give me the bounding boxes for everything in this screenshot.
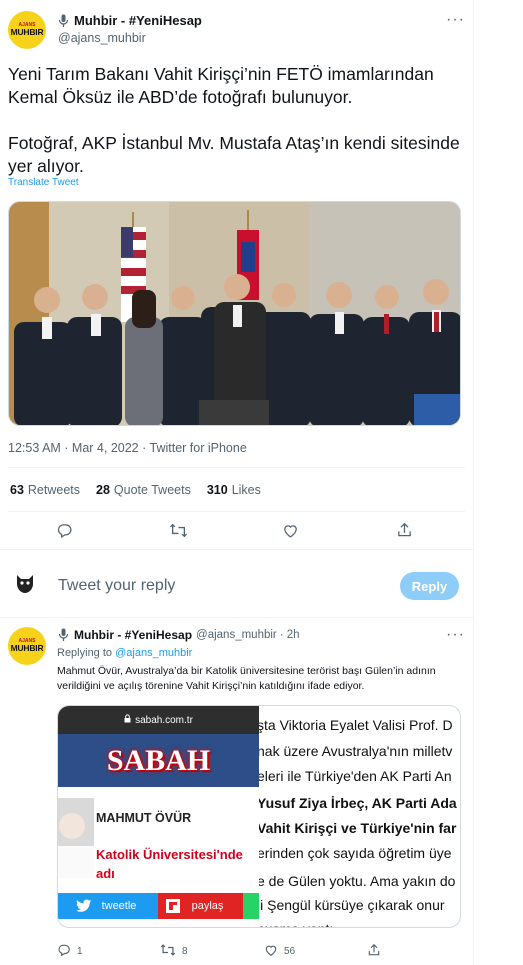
whatsapp-share xyxy=(243,893,259,919)
more-icon[interactable]: ··· xyxy=(446,11,465,29)
article-line: erinden çok sayıda öğretim üye xyxy=(259,845,452,861)
avatar-main-text: MUHBIR xyxy=(10,27,44,37)
group-photo-illustration xyxy=(9,202,460,425)
article-line: nuşma yaptı. xyxy=(259,917,337,927)
more-icon[interactable]: ··· xyxy=(446,626,465,644)
reply-input[interactable]: Tweet your reply xyxy=(58,577,175,595)
reply-author-handle[interactable]: @ajans_muhbir xyxy=(196,629,277,641)
quotes-count: 28 xyxy=(96,483,110,497)
replying-to: Replying to @ajans_muhbir xyxy=(57,647,192,659)
sabah-logo: SABAH xyxy=(106,743,211,777)
twitter-bird-icon xyxy=(76,899,92,916)
reply-image[interactable]: sabah.com.tr SABAH MAHMUT ÖVÜR Katolik Ü… xyxy=(57,705,461,928)
share-icon xyxy=(367,943,381,960)
tweet-photo[interactable] xyxy=(8,201,461,426)
flipboard-icon xyxy=(166,899,180,916)
author-avatar[interactable]: AJANS MUHBIR xyxy=(8,11,46,49)
article-line: Yusuf Ziya İrbeç, AK Parti Ada xyxy=(259,795,457,811)
tweet-text: Yeni Tarım Bakanı Vahit Kirişçi’nin FETÖ… xyxy=(8,64,460,176)
replying-to-handle[interactable]: @ajans_muhbir xyxy=(115,647,192,659)
avatar-main-text: MUHBIR xyxy=(10,643,44,653)
replying-to-label: Replying to xyxy=(57,647,113,659)
like-count: 56 xyxy=(284,946,296,957)
article-line: eleri ile Türkiye'den AK Parti An xyxy=(259,768,452,784)
share-icon[interactable] xyxy=(396,521,413,539)
reply-icon[interactable] xyxy=(56,522,73,539)
article-line: li Şengül kürsüye çıkarak onur xyxy=(259,897,445,913)
tweet-stats: 63 Retweets 28 Quote Tweets 310 Likes xyxy=(10,483,277,497)
sabah-banner: SABAH xyxy=(58,734,259,787)
current-user-avatar[interactable] xyxy=(10,567,40,597)
reply-author-avatar[interactable]: AJANS MUHBIR xyxy=(8,627,46,665)
author-photo xyxy=(58,798,94,878)
author-name-row[interactable]: Muhbir - #YeniHesap xyxy=(58,13,202,28)
reply-author-name[interactable]: Muhbir - #YeniHesap xyxy=(74,628,192,642)
like-icon xyxy=(264,943,278,960)
url-text: sabah.com.tr xyxy=(135,714,193,726)
tweetle-label: tweetle xyxy=(101,900,137,912)
columnist-name: MAHMUT ÖVÜR xyxy=(96,811,192,825)
flipboard-button: paylaş xyxy=(158,893,243,919)
microphone-icon xyxy=(58,628,69,642)
retweet-icon xyxy=(160,943,176,960)
divider xyxy=(0,549,473,550)
article-line: e de Gülen yoktu. Ama yakın do xyxy=(259,873,456,889)
retweets-stat[interactable]: 63 Retweets xyxy=(10,483,80,497)
retweet-icon[interactable] xyxy=(169,522,188,539)
retweet-count: 8 xyxy=(182,946,188,957)
timeline-column: AJANS MUHBIR Muhbir - #YeniHesap @ajans_… xyxy=(0,0,474,965)
translate-tweet-link[interactable]: Translate Tweet xyxy=(8,177,79,188)
reply-author-row[interactable]: Muhbir - #YeniHesap @ajans_muhbir · 2h xyxy=(58,628,300,642)
retweets-label: Retweets xyxy=(27,483,81,497)
article-line: Vahit Kirişçi ve Türkiye'nin far xyxy=(259,820,457,836)
quotes-label: Quote Tweets xyxy=(113,483,191,497)
browser-url-bar: sabah.com.tr xyxy=(58,706,259,734)
reply-count: 1 xyxy=(77,946,83,957)
article-headline: Katolik Üniversitesi'nde adı xyxy=(96,847,243,881)
reply-button[interactable]: Reply xyxy=(400,572,459,600)
reply-icon xyxy=(57,943,71,960)
article-text-crop: şta Viktoria Eyalet Valisi Prof. D nak ü… xyxy=(259,706,460,927)
article-screenshot-left: sabah.com.tr SABAH MAHMUT ÖVÜR Katolik Ü… xyxy=(58,706,259,927)
likes-stat[interactable]: 310 Likes xyxy=(207,483,261,497)
retweets-count: 63 xyxy=(10,483,24,497)
reply-time[interactable]: · 2h xyxy=(280,629,300,641)
author-name[interactable]: Muhbir - #YeniHesap xyxy=(74,13,202,28)
likes-count: 310 xyxy=(206,483,228,497)
divider xyxy=(8,467,465,468)
like-icon[interactable] xyxy=(282,522,299,539)
reply-text: Mahmut Övür, Avustralya’da bir Katolik ü… xyxy=(57,665,436,692)
quotes-stat[interactable]: 28 Quote Tweets xyxy=(96,483,191,497)
article-line: şta Viktoria Eyalet Valisi Prof. D xyxy=(259,717,453,733)
tweetle-button: tweetle xyxy=(58,893,158,919)
microphone-icon xyxy=(58,14,69,28)
divider xyxy=(8,511,465,512)
reply-action[interactable]: 1 xyxy=(57,943,83,960)
tweet-timestamp[interactable]: 12:53 AM · Mar 4, 2022 · Twitter for iPh… xyxy=(8,441,247,455)
share-bar: tweetle paylaş xyxy=(58,893,259,919)
like-action[interactable]: 56 xyxy=(264,943,295,960)
author-handle[interactable]: @ajans_muhbir xyxy=(58,31,146,45)
paylas-label: paylaş xyxy=(191,900,224,912)
divider xyxy=(0,617,473,618)
article-line: nak üzere Avustralya'nın milletv xyxy=(259,743,453,759)
retweet-action[interactable]: 8 xyxy=(160,943,188,960)
share-action[interactable] xyxy=(367,943,381,960)
lock-icon xyxy=(124,714,131,726)
likes-label: Likes xyxy=(231,483,261,497)
